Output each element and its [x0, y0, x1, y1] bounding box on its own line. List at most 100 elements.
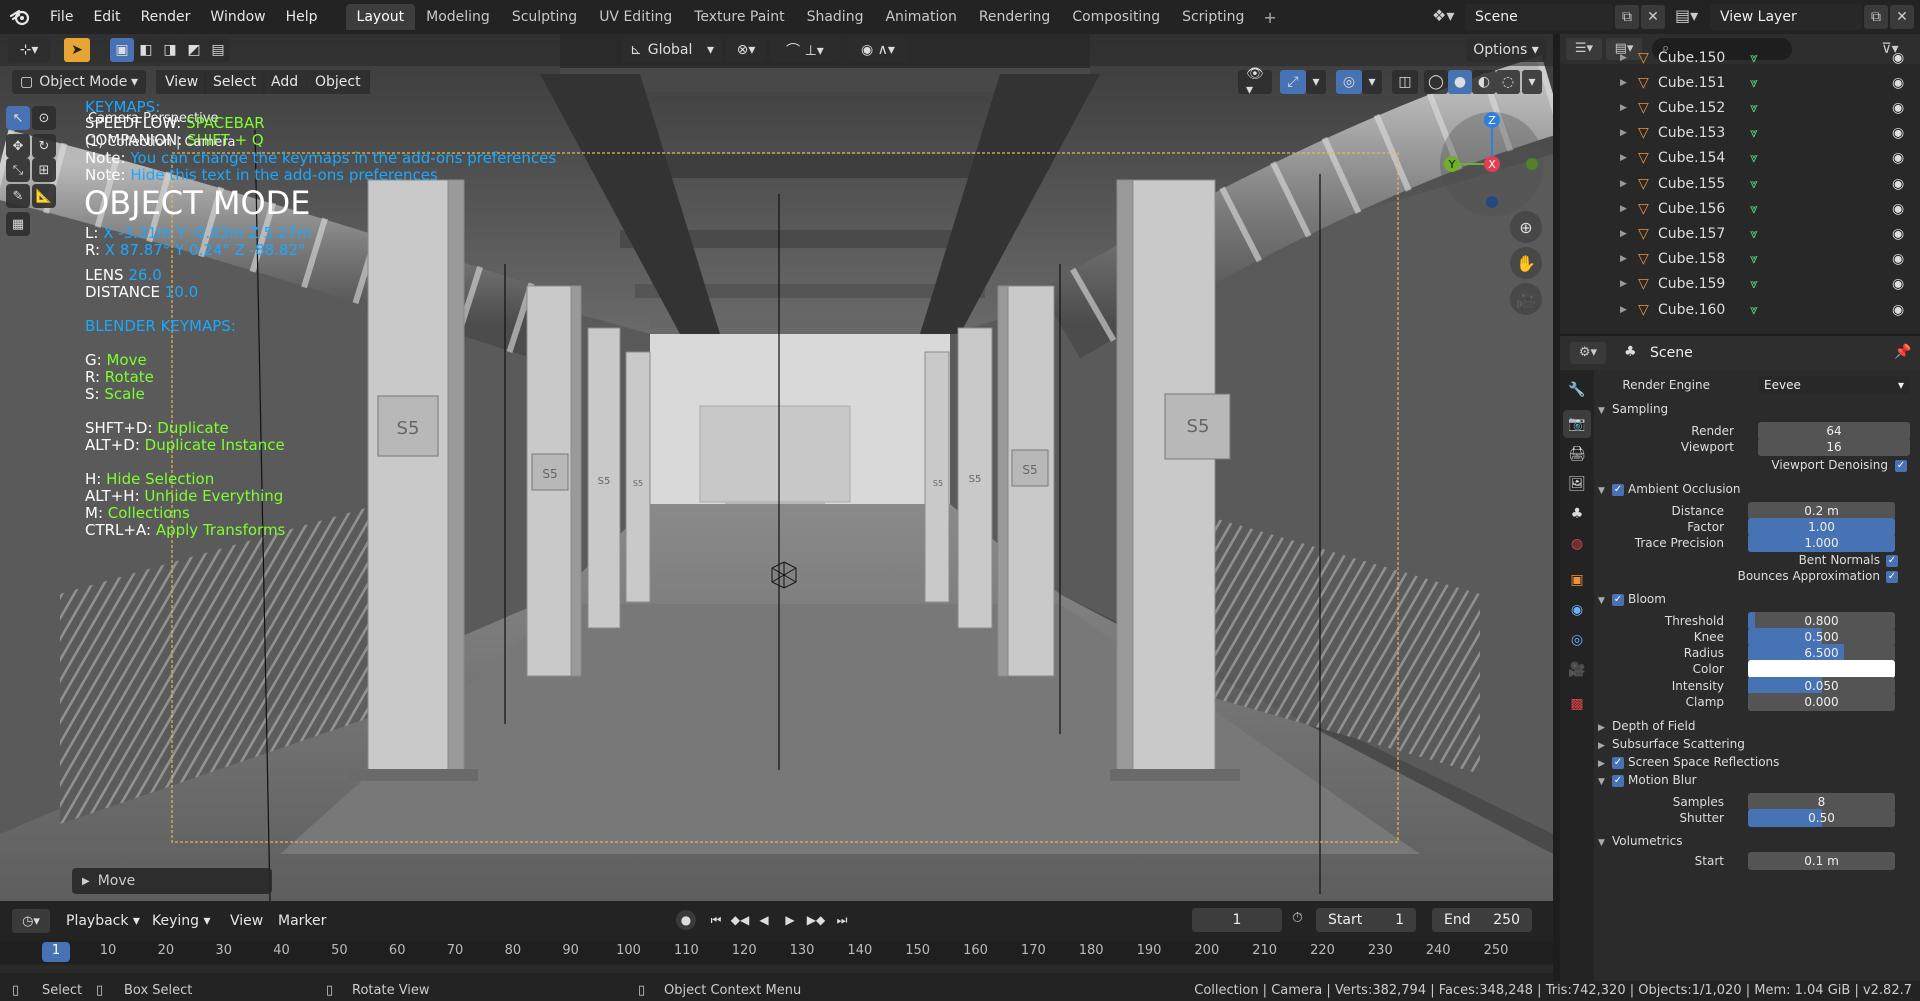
play-reverse-icon[interactable]: ◀ [754, 910, 774, 930]
scene-icon[interactable]: ❖▾ [1432, 6, 1454, 25]
ao-panel-header[interactable]: ▼ ✓ Ambient Occlusion [1598, 482, 1740, 496]
properties-editor[interactable]: ⚙▾ ♣ Scene 📌 🔧 📷 🖨 🖼 ♣ ◍ ▣ ◉ ◎ 🎥 ▩ Rende… [1560, 336, 1920, 981]
measure-tool-icon[interactable]: 📐 [32, 184, 56, 208]
pivot-point-icon[interactable]: ⊗▾ [726, 38, 766, 62]
view-layer-field[interactable]: View Layer [1710, 4, 1862, 30]
ssr-checkbox[interactable]: ✓ [1612, 756, 1624, 769]
ao-trace-field[interactable]: 1.000 [1748, 534, 1895, 552]
menu-keying[interactable]: Keying ▾ [144, 909, 219, 933]
scene-field[interactable]: Scene [1465, 4, 1613, 30]
overlays-icon[interactable]: ◎ [1336, 70, 1362, 94]
render-tab-icon[interactable]: 📷 [1563, 410, 1591, 438]
outliner-row[interactable]: ▶ ▽ Cube.151 ⩔ ◉ [1560, 70, 1920, 95]
visibility-icon[interactable]: 👁▾ [1238, 66, 1272, 98]
outliner-row[interactable]: ▶ ▽ Cube.155 ⩔ ◉ [1560, 171, 1920, 196]
outliner-row[interactable]: ▶ ▽ Cube.153 ⩔ ◉ [1560, 121, 1920, 146]
bent-normals-checkbox[interactable]: ✓ [1886, 553, 1902, 568]
properties-editor-icon[interactable]: ⚙▾ [1570, 342, 1606, 364]
new-scene-icon[interactable]: ⧉ [1615, 5, 1639, 29]
rendered-shading-icon[interactable]: ◌ [1496, 70, 1520, 94]
editor-type-icon[interactable]: ⊹▾ [8, 38, 50, 62]
add-workspace-icon[interactable]: + [1255, 8, 1284, 27]
vol-start-field[interactable]: 0.1 m [1748, 852, 1895, 870]
pan-hand-icon[interactable]: ✋ [1510, 247, 1542, 279]
menu-window[interactable]: Window [200, 0, 275, 34]
expand-icon[interactable]: ▶ [1620, 254, 1627, 264]
menu-view[interactable]: View [156, 70, 208, 94]
select-subtract-icon[interactable]: ◨ [158, 38, 182, 62]
gizmo-icon[interactable]: ⤢ [1280, 70, 1306, 94]
ssr-panel-header[interactable]: ▶ ✓ Screen Space Reflections [1598, 755, 1779, 769]
eye-icon[interactable]: ◉ [1892, 100, 1904, 116]
new-view-layer-icon[interactable]: ⧉ [1864, 5, 1888, 29]
tab-layout[interactable]: Layout [345, 4, 416, 30]
motion-blur-checkbox[interactable]: ✓ [1612, 774, 1624, 787]
outliner-row[interactable]: ▶ ▽ Cube.157 ⩔ ◉ [1560, 221, 1920, 246]
current-frame-field[interactable]: 1 [1192, 908, 1282, 932]
select-new-icon[interactable]: ▣ [110, 38, 134, 62]
clamp-field[interactable]: 0.000 [1748, 693, 1895, 711]
volumetrics-panel-header[interactable]: ▼ Volumetrics [1598, 834, 1682, 848]
expand-icon[interactable]: ▶ [1620, 153, 1627, 163]
expand-icon[interactable]: ▶ [1620, 279, 1627, 289]
eye-icon[interactable]: ◉ [1892, 50, 1904, 66]
add-cube-tool-icon[interactable]: ▦ [6, 212, 30, 236]
bloom-checkbox[interactable]: ✓ [1612, 593, 1624, 606]
blender-logo-icon[interactable] [0, 0, 40, 34]
bloom-panel-header[interactable]: ▼ ✓ Bloom [1598, 592, 1666, 606]
viewport-denoising-checkbox[interactable]: ✓ [1895, 458, 1911, 473]
view-layer-tab-icon[interactable]: 🖼 [1563, 470, 1591, 498]
chevron-down-icon[interactable]: ▾ [1306, 70, 1326, 94]
transform-tool-icon[interactable]: ⊞ [32, 158, 56, 182]
timeline-editor-icon[interactable]: ◷▾ [12, 909, 50, 933]
xray-icon[interactable]: ◫ [1392, 70, 1418, 94]
texture-tab-icon[interactable]: ▩ [1563, 690, 1591, 718]
outliner-row[interactable]: ▶ ▽ Cube.160 ⩔ ◉ [1560, 297, 1920, 322]
outliner-row[interactable]: ▶ ▽ Cube.156 ⩔ ◉ [1560, 196, 1920, 221]
select-intersect-icon[interactable]: ▤ [206, 38, 230, 62]
prev-keyframe-icon[interactable]: ◆◀ [730, 910, 750, 930]
snap-icon[interactable]: ⌒ ⊥▾ [770, 38, 840, 62]
eye-icon[interactable]: ◉ [1892, 226, 1904, 242]
outliner-row[interactable]: ▶ ▽ Cube.154 ⩔ ◉ [1560, 146, 1920, 171]
solid-shading-icon[interactable]: ● [1448, 70, 1472, 94]
tab-animation[interactable]: Animation [874, 4, 967, 30]
menu-select[interactable]: Select [204, 70, 266, 94]
select-extend-icon[interactable]: ◧ [134, 38, 158, 62]
ao-checkbox[interactable]: ✓ [1612, 483, 1624, 496]
menu-file[interactable]: File [40, 0, 83, 34]
scene-tab-icon[interactable]: ♣ [1563, 500, 1591, 528]
select-box-tool-icon[interactable]: ↖ [6, 106, 30, 130]
play-icon[interactable]: ▶ [780, 910, 800, 930]
cursor-tool-icon[interactable]: ⊙ [32, 106, 56, 130]
dof-panel-header[interactable]: ▶ Depth of Field [1598, 719, 1695, 733]
outliner-row[interactable]: ▶ ▽ Cube.158 ⩔ ◉ [1560, 247, 1920, 272]
eye-icon[interactable]: ◉ [1892, 176, 1904, 192]
modifier-tab-icon[interactable]: ◉ [1563, 596, 1591, 624]
3d-viewport[interactable]: S5 S5 S5 S5 S5 S5 S5 S5 ⊹▾ ➤ ▣ ◧ ◨ ◩ ▤ ⊾… [0, 34, 1553, 901]
jump-end-icon[interactable]: ⏭ [832, 910, 852, 930]
expand-icon[interactable]: ▶ [1620, 78, 1627, 88]
eye-icon[interactable]: ◉ [1892, 150, 1904, 166]
tab-shading[interactable]: Shading [796, 4, 875, 30]
outliner[interactable]: ☰▾ ▤▾ ⌕ ⊽▾ ▶ ▽ Cube.150 ⩔ ◉ ▶ ▽ Cube.151 ⩔ ◉ ▶ ▽ Cub… [1560, 34, 1920, 334]
pin-icon[interactable]: 📌 [1894, 344, 1911, 360]
tab-compositing[interactable]: Compositing [1061, 4, 1171, 30]
options-dropdown[interactable]: Options ▾ [1466, 38, 1546, 62]
outliner-row[interactable]: ▶ ▽ Cube.152 ⩔ ◉ [1560, 95, 1920, 120]
transform-orientation-dropdown[interactable]: ⊾ Global ▾ [622, 38, 722, 62]
frame-ruler[interactable]: 1 10 20 30 40 50 60 70 80 90 100 110 120 130 140 150 160… [0, 941, 1553, 963]
mode-dropdown[interactable]: ▢ Object Mode ▾ [12, 70, 146, 94]
eye-icon[interactable]: ◉ [1892, 75, 1904, 91]
physics-tab-icon[interactable]: ◎ [1563, 626, 1591, 654]
shutter-field[interactable]: 0.50 [1748, 809, 1895, 827]
menu-view[interactable]: View [222, 909, 271, 933]
tool-tab-icon[interactable]: 🔧 [1563, 376, 1591, 404]
motion-blur-panel-header[interactable]: ▼ ✓ Motion Blur [1598, 773, 1697, 787]
menu-add[interactable]: Add [262, 70, 308, 94]
viewport-samples-field[interactable]: 16 [1758, 438, 1910, 456]
material-shading-icon[interactable]: ◐ [1472, 70, 1496, 94]
tab-modeling[interactable]: Modeling [415, 4, 501, 30]
tab-sculpting[interactable]: Sculpting [501, 4, 588, 30]
tab-texture-paint[interactable]: Texture Paint [683, 4, 795, 30]
